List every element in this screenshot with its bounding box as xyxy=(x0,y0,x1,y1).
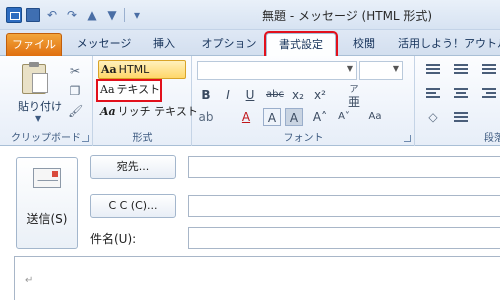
bold-button[interactable]: B xyxy=(197,86,215,104)
paste-icon[interactable] xyxy=(22,62,48,94)
shading-icon[interactable]: ◇ xyxy=(424,108,442,126)
strikethrough-button[interactable]: abc xyxy=(263,86,287,104)
clipboard-group-label: クリップボード xyxy=(11,133,81,144)
rich-text-format-button[interactable]: Aa リッチ テキスト xyxy=(98,103,198,122)
clear-formatting-button[interactable]: Aa xyxy=(363,108,387,126)
numbering-icon[interactable] xyxy=(454,64,468,76)
ruby-base-label: 亜 xyxy=(347,95,360,109)
tab-review[interactable]: 校閲 xyxy=(344,33,384,56)
redo-icon[interactable]: ↷ xyxy=(64,7,80,23)
paragraph-mark: ↵ xyxy=(25,275,34,286)
font-group: ▼ ▼ B I U abc x₂ x² ア 亜 ab A A A A˄ A˅ A… xyxy=(193,56,415,146)
qat-separator xyxy=(124,8,125,22)
clipboard-launcher-icon[interactable] xyxy=(82,135,89,142)
message-header: 送信(S) 宛先... C C (C)... 件名(U): xyxy=(0,147,500,255)
title-bar: ↶ ↷ ▲ ▼ ▾ 無題 - メッセージ (HTML 形式) xyxy=(0,0,500,30)
tab-utilize-outlook[interactable]: 活用しよう！アウトル xyxy=(398,33,500,56)
paste-dropdown-icon[interactable]: ▼ xyxy=(35,114,41,123)
superscript-button[interactable]: x² xyxy=(311,86,329,104)
html-aa-icon: Aa xyxy=(101,63,117,76)
subscript-button[interactable]: x₂ xyxy=(289,86,307,104)
ribbon-tabs: ファイル メッセージ 挿入 オプション 書式設定 校閲 活用しよう！アウトル xyxy=(0,30,500,58)
tab-format-text[interactable]: 書式設定 xyxy=(264,31,338,58)
subject-field[interactable] xyxy=(188,227,500,249)
format-group-label: 形式 xyxy=(132,133,153,144)
font-size-select[interactable]: ▼ xyxy=(359,61,403,80)
down-arrow-icon[interactable]: ▼ xyxy=(104,7,120,23)
italic-button[interactable]: I xyxy=(219,86,237,104)
to-field[interactable] xyxy=(188,156,500,178)
text-format-button[interactable]: Aa テキスト xyxy=(96,79,162,102)
quick-access-toolbar: ↶ ↷ ▲ ▼ ▾ xyxy=(6,7,145,23)
send-button[interactable]: 送信(S) xyxy=(16,157,78,249)
underline-button[interactable]: U xyxy=(241,86,259,104)
align-right-icon[interactable] xyxy=(482,88,496,100)
ruby-button[interactable]: ア 亜 xyxy=(345,84,363,109)
html-format-button[interactable]: Aa HTML xyxy=(98,60,186,79)
multilevel-list-icon[interactable] xyxy=(482,64,496,76)
undo-icon[interactable]: ↶ xyxy=(44,7,60,23)
up-arrow-icon[interactable]: ▲ xyxy=(84,7,100,23)
tab-options[interactable]: オプション xyxy=(198,33,260,56)
subject-label: 件名(U): xyxy=(90,232,137,246)
message-body[interactable]: ↵ xyxy=(14,256,500,300)
save-icon[interactable] xyxy=(26,8,40,22)
format-group: Aa HTML Aa テキスト Aa リッチ テキスト 形式 xyxy=(94,56,198,146)
rich-text-format-label: リッチ テキスト xyxy=(117,105,198,118)
customize-qat-icon[interactable]: ▾ xyxy=(129,7,145,23)
clipboard-group: 貼り付け ▼ ✂ ❐ 🖌 クリップボード xyxy=(0,56,93,146)
text-aa-icon: Aa xyxy=(100,83,115,96)
copy-icon[interactable]: ❐ xyxy=(68,84,82,98)
char-shading-button[interactable]: A xyxy=(285,108,303,126)
tab-file[interactable]: ファイル xyxy=(6,33,62,56)
shrink-font-button[interactable]: A˅ xyxy=(335,108,353,126)
font-group-label: フォント xyxy=(283,133,324,144)
ribbon: 貼り付け ▼ ✂ ❐ 🖌 クリップボード Aa HTML Aa テキスト Aa リッチ… xyxy=(0,56,500,146)
send-envelope-icon xyxy=(33,168,61,188)
outlook-app-icon[interactable] xyxy=(6,7,22,23)
font-name-dropdown-icon: ▼ xyxy=(346,64,353,73)
tab-insert[interactable]: 挿入 xyxy=(140,33,188,56)
text-format-label: テキスト xyxy=(116,83,161,96)
cc-button[interactable]: C C (C)... xyxy=(90,194,176,218)
to-button[interactable]: 宛先... xyxy=(90,155,176,179)
cut-icon[interactable]: ✂ xyxy=(68,64,82,78)
paste-button[interactable]: 貼り付け xyxy=(18,98,62,114)
align-left-icon[interactable] xyxy=(426,88,440,100)
bullets-icon[interactable] xyxy=(426,64,440,76)
char-border-button[interactable]: A xyxy=(263,108,281,126)
cc-field[interactable] xyxy=(188,195,500,217)
window-title: 無題 - メッセージ (HTML 形式) xyxy=(262,9,433,23)
rich-aa-icon: Aa xyxy=(100,105,116,118)
font-name-select[interactable]: ▼ xyxy=(197,61,357,80)
grow-font-button[interactable]: A˄ xyxy=(311,108,329,126)
font-size-dropdown-icon: ▼ xyxy=(392,64,399,73)
html-format-label: HTML xyxy=(118,63,150,76)
paragraph-group-label: 段落 xyxy=(484,133,500,144)
paragraph-group: ◇ 段落 xyxy=(416,56,500,146)
format-painter-icon[interactable]: 🖌 xyxy=(68,104,83,118)
align-center-icon[interactable] xyxy=(454,88,468,100)
font-launcher-icon[interactable] xyxy=(404,135,411,142)
tab-message[interactable]: メッセージ xyxy=(72,33,136,56)
borders-icon[interactable] xyxy=(454,112,468,124)
font-color-button[interactable]: A xyxy=(237,108,255,126)
highlight-color-icon[interactable]: ab xyxy=(197,108,215,126)
send-label: 送信(S) xyxy=(26,212,68,226)
